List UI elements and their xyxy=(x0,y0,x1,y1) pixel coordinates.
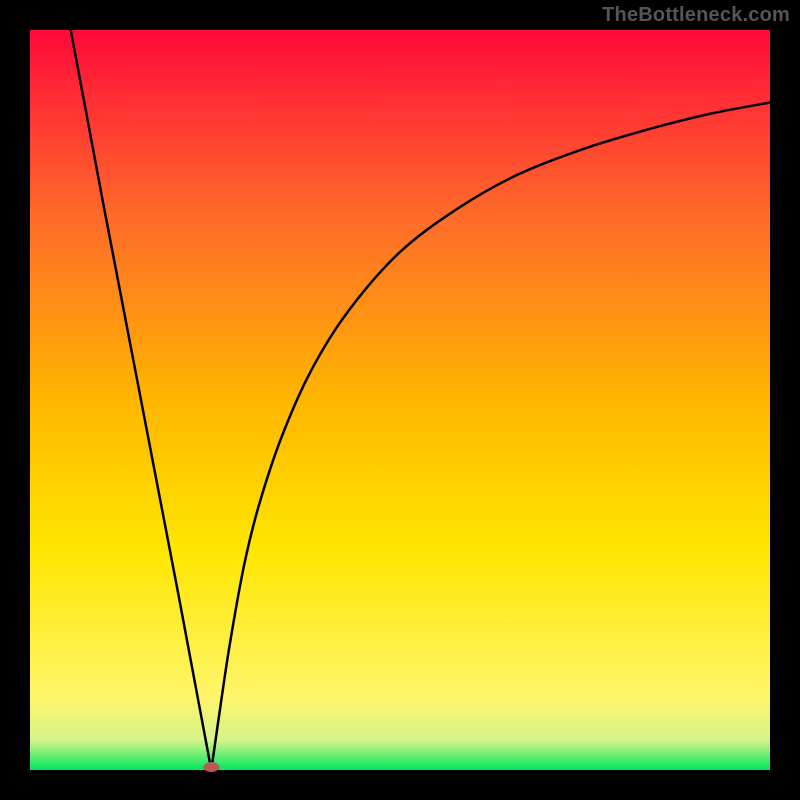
watermark-text: TheBottleneck.com xyxy=(602,4,790,27)
chart-frame: TheBottleneck.com xyxy=(0,0,800,800)
bottleneck-chart xyxy=(0,0,800,800)
minimum-marker xyxy=(203,762,219,772)
